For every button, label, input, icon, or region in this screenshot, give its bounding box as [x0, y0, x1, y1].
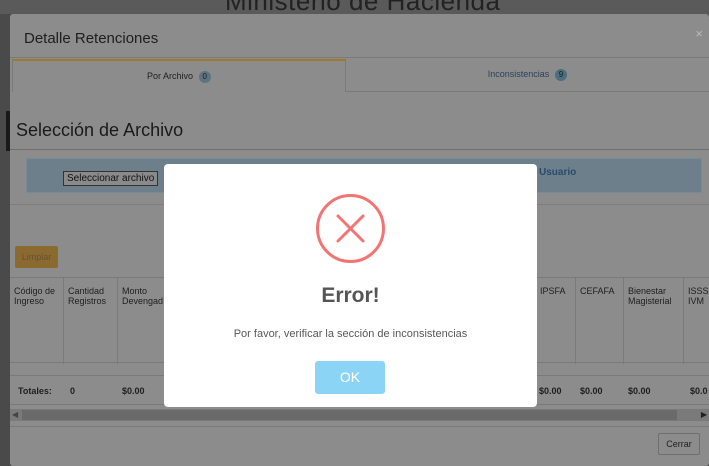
tabs: Por Archivo 0 Inconsistencias 9 — [12, 59, 709, 92]
tab-por-archivo[interactable]: Por Archivo 0 — [12, 59, 346, 92]
table-cell: 0 — [70, 386, 76, 396]
table-cell: $0.00 — [122, 386, 145, 396]
background-title: Ministerio de Hacienda — [225, 0, 500, 14]
modal-header: Detalle Retenciones × — [10, 14, 709, 58]
ok-button[interactable]: OK — [315, 361, 385, 394]
totals-label: Totales: — [18, 386, 52, 396]
error-dialog: Error! Por favor, verificar la sección d… — [164, 164, 537, 407]
scroll-left-arrow-icon[interactable]: ◀ — [12, 409, 18, 421]
select-file-button[interactable]: Seleccionar archivo — [63, 171, 159, 186]
count-badge: 0 — [198, 71, 211, 83]
close-icon[interactable]: × — [695, 26, 703, 41]
close-button[interactable]: Cerrar — [658, 433, 700, 455]
tab-inconsistencias[interactable]: Inconsistencias 9 — [346, 59, 709, 92]
divider — [10, 426, 709, 427]
table-header-cell: Código de Ingreso — [10, 278, 64, 364]
horizontal-scrollbar[interactable]: ◀ ▶ — [10, 409, 709, 421]
dialog-title: Error! — [321, 284, 380, 307]
table-cell: $0.00 — [628, 386, 651, 396]
table-header-cell: Cantidad Registros — [64, 278, 118, 364]
table-header-cell: ISSS IVM — [688, 286, 709, 306]
section-title: Selección de Archivo — [16, 120, 184, 140]
scroll-thumb[interactable] — [22, 410, 677, 420]
table-header-cell: Monto Devengad — [122, 286, 164, 306]
table-header-cell: IPSFA — [535, 278, 576, 364]
user-label: Usuario — [539, 167, 577, 178]
table-header-cell: CEFAFA — [576, 278, 624, 364]
tab-label: Inconsistencias — [487, 69, 550, 79]
tab-label: Por Archivo — [147, 71, 194, 81]
clear-button[interactable]: Limpiar — [15, 246, 58, 268]
page-left-edge — [0, 14, 10, 466]
scroll-right-arrow-icon[interactable]: ▶ — [701, 409, 707, 421]
count-badge: 9 — [554, 69, 568, 81]
dialog-message: Por favor, verificar la sección de incon… — [233, 328, 468, 340]
table-cell: $0.0 — [690, 386, 708, 396]
table-cell: $0.00 — [539, 386, 562, 396]
background-header: Ministerio de Hacienda — [0, 0, 709, 14]
divider — [10, 149, 709, 150]
error-x-icon — [316, 194, 385, 263]
modal-title: Detalle Retenciones — [24, 30, 159, 47]
table-cell: $0.00 — [580, 386, 603, 396]
table-header-cell: Bienestar Magisterial — [624, 278, 684, 364]
